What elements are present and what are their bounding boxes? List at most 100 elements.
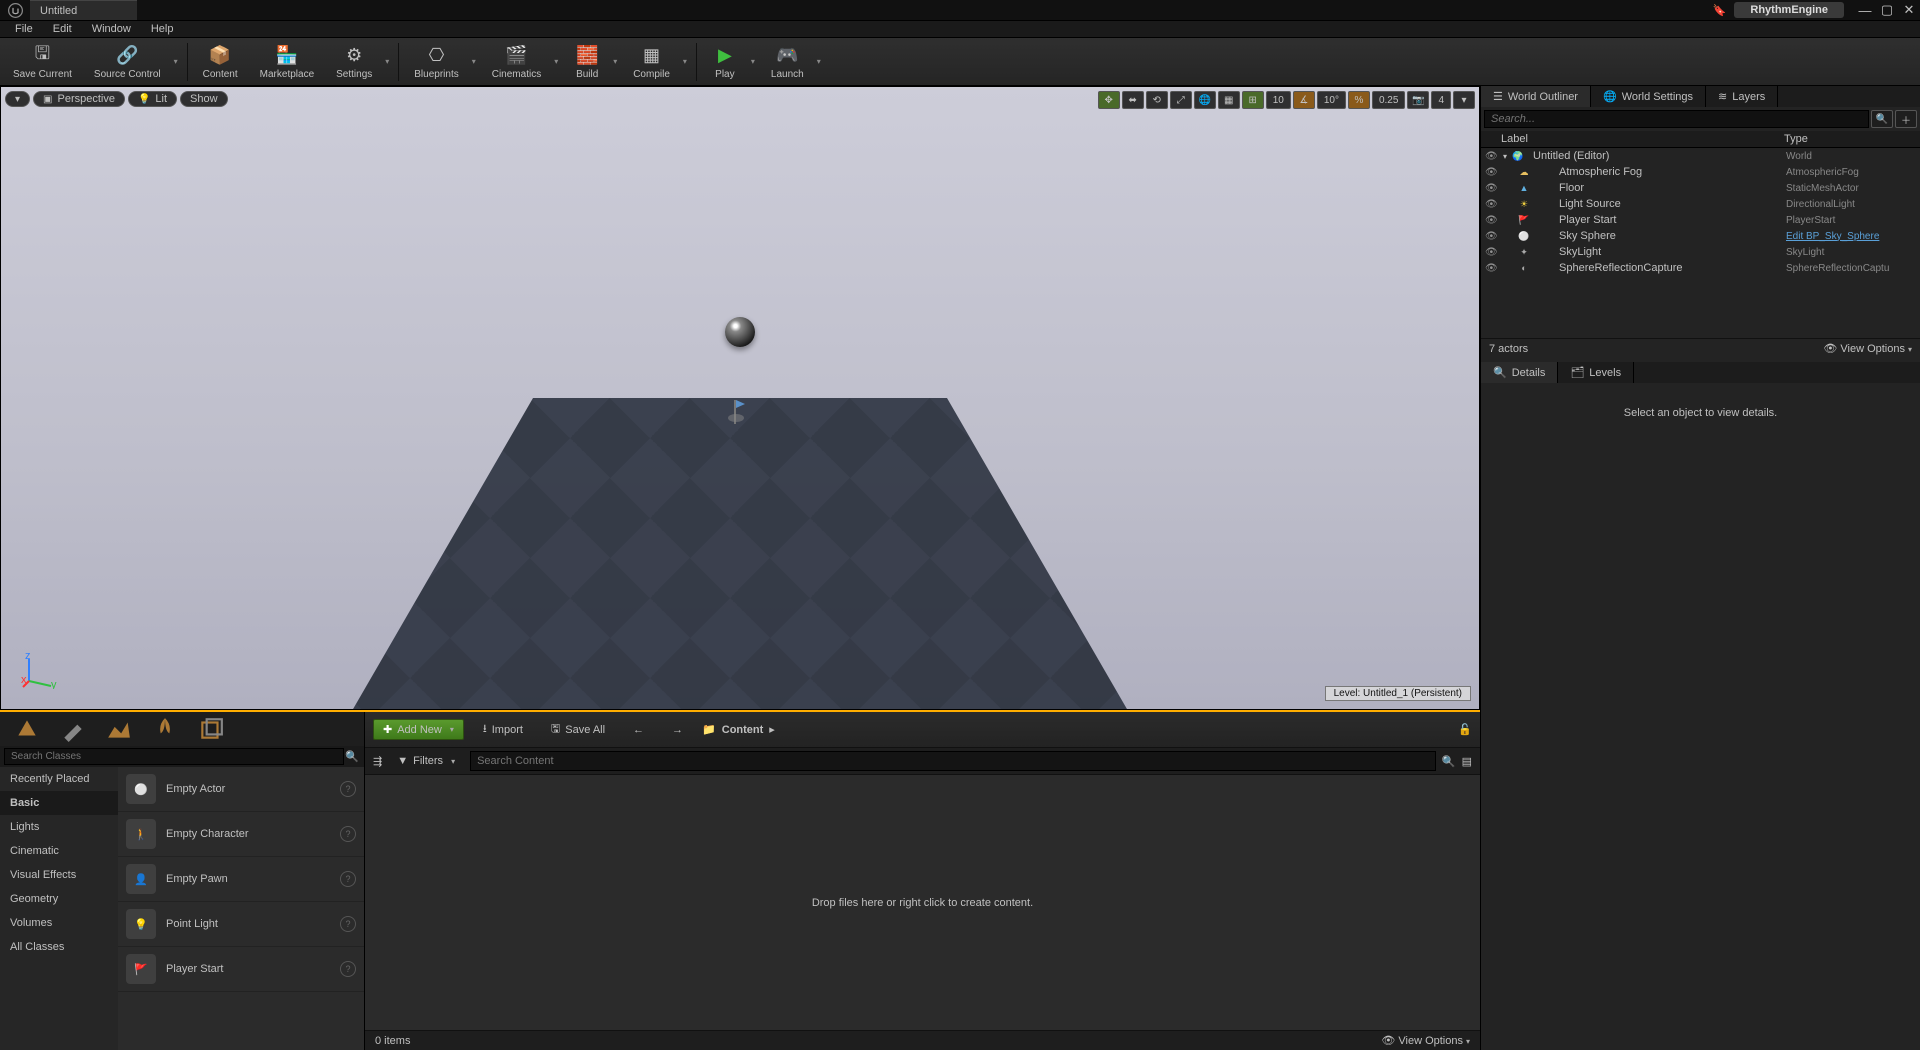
filters-button[interactable]: ▼ Filters	[388, 752, 464, 770]
menu-edit[interactable]: Edit	[44, 22, 81, 36]
menu-window[interactable]: Window	[83, 22, 140, 36]
outliner-row[interactable]: 👁▲FloorStaticMeshActor	[1481, 180, 1920, 196]
category-basic[interactable]: Basic	[0, 791, 118, 815]
scale-mode-button[interactable]: ⤢	[1170, 91, 1192, 109]
visibility-icon[interactable]: 👁	[1485, 215, 1499, 226]
save-current-button[interactable]: 🖫Save Current	[4, 41, 81, 83]
outliner-col-label[interactable]: Label	[1487, 133, 1784, 145]
lit-button[interactable]: 💡 Lit	[128, 91, 177, 107]
outliner-row[interactable]: 👁☀Light SourceDirectionalLight	[1481, 196, 1920, 212]
save-search-icon[interactable]: ▤	[1462, 755, 1472, 768]
dropdown-caret[interactable]: ▾	[610, 57, 620, 66]
translate-mode-button[interactable]: ⬌	[1122, 91, 1144, 109]
category-visual-effects[interactable]: Visual Effects	[0, 863, 118, 887]
lock-icon[interactable]: 🔓	[1458, 723, 1472, 736]
dropdown-caret[interactable]: ▾	[382, 57, 392, 66]
minimize-button[interactable]: —	[1854, 3, 1876, 18]
content-drop-area[interactable]: Drop files here or right click to create…	[365, 775, 1480, 1030]
scale-snap-button[interactable]: %	[1348, 91, 1370, 109]
paint-mode-icon[interactable]	[60, 716, 86, 742]
visibility-icon[interactable]: 👁	[1485, 199, 1499, 210]
expand-icon[interactable]: ▾	[1503, 152, 1507, 161]
grid-snap-button[interactable]: ⊞	[1242, 91, 1264, 109]
show-button[interactable]: Show	[180, 91, 228, 107]
angle-snap-value[interactable]: 10°	[1317, 91, 1346, 109]
tab-levels[interactable]: 🗂 Levels	[1558, 362, 1634, 383]
dropdown-caret[interactable]: ▾	[680, 57, 690, 66]
category-recently-placed[interactable]: Recently Placed	[0, 767, 118, 791]
outliner-row[interactable]: 👁◐SphereReflectionCaptureSphereReflectio…	[1481, 260, 1920, 276]
build-button[interactable]: 🧱Build	[565, 41, 609, 83]
search-icon[interactable]: 🔍	[344, 750, 360, 763]
visibility-icon[interactable]: 👁	[1485, 183, 1499, 194]
help-icon[interactable]: ?	[340, 781, 356, 797]
dropdown-caret[interactable]: ▾	[171, 57, 181, 66]
outliner-search-input[interactable]	[1484, 110, 1869, 128]
dropdown-caret[interactable]: ▾	[469, 57, 479, 66]
bookmark-icon[interactable]: 🔖	[1713, 4, 1727, 17]
visibility-icon[interactable]: 👁	[1485, 263, 1499, 274]
content-button[interactable]: 📦Content	[194, 41, 247, 83]
outliner-row[interactable]: 👁⚪Sky SphereEdit BP_Sky_Sphere	[1481, 228, 1920, 244]
viewport-layout-button[interactable]: ▾	[1453, 91, 1475, 109]
visibility-icon[interactable]: 👁	[1485, 247, 1499, 258]
help-icon[interactable]: ?	[340, 961, 356, 977]
save-all-button[interactable]: 🖫 Save All	[542, 717, 614, 742]
search-icon[interactable]: 🔍	[1442, 755, 1456, 768]
grid-snap-value[interactable]: 10	[1266, 91, 1291, 109]
viewport-canvas[interactable]: zyx Level: Untitled_1 (Persistent)	[1, 87, 1479, 709]
place-item[interactable]: 🚩Player Start?	[118, 947, 364, 992]
dropdown-caret[interactable]: ▾	[814, 57, 824, 66]
camera-speed-value[interactable]: 4	[1431, 91, 1451, 109]
add-new-button[interactable]: ✚ Add New	[373, 719, 464, 740]
outliner-root[interactable]: 👁▾🌍Untitled (Editor)World	[1481, 148, 1920, 164]
view-options-button[interactable]: 👁 View Options	[1381, 1034, 1470, 1047]
perspective-button[interactable]: ▣ Perspective	[33, 91, 125, 107]
history-fwd-button[interactable]: →	[663, 721, 692, 739]
place-mode-icon[interactable]	[14, 716, 40, 742]
category-cinematic[interactable]: Cinematic	[0, 839, 118, 863]
tab-details[interactable]: 🔍 Details	[1481, 362, 1558, 383]
settings-button[interactable]: ⚙Settings	[327, 41, 381, 83]
category-lights[interactable]: Lights	[0, 815, 118, 839]
visibility-icon[interactable]: 👁	[1485, 231, 1499, 242]
place-item[interactable]: ⚪Empty Actor?	[118, 767, 364, 812]
geometry-mode-icon[interactable]	[198, 716, 224, 742]
menu-file[interactable]: File	[6, 22, 42, 36]
sources-toggle-icon[interactable]: ⇶	[373, 755, 382, 768]
outliner-row[interactable]: 👁☁Atmospheric FogAtmosphericFog	[1481, 164, 1920, 180]
modes-search-input[interactable]	[4, 748, 344, 765]
place-item[interactable]: 💡Point Light?	[118, 902, 364, 947]
foliage-mode-icon[interactable]	[152, 716, 178, 742]
category-volumes[interactable]: Volumes	[0, 911, 118, 935]
help-icon[interactable]: ?	[340, 826, 356, 842]
visibility-icon[interactable]: 👁	[1485, 151, 1499, 162]
dropdown-caret[interactable]: ▾	[748, 57, 758, 66]
tab-world-outliner[interactable]: ☰ World Outliner	[1481, 86, 1591, 107]
place-item[interactable]: 👤Empty Pawn?	[118, 857, 364, 902]
tab-layers[interactable]: ≋ Layers	[1706, 86, 1778, 107]
tab-world-settings[interactable]: 🌐 World Settings	[1591, 86, 1706, 107]
help-icon[interactable]: ?	[340, 871, 356, 887]
viewport-menu-button[interactable]: ▾	[5, 91, 30, 107]
camera-speed-button[interactable]: 📷	[1407, 91, 1429, 109]
category-all-classes[interactable]: All Classes	[0, 935, 118, 959]
landscape-mode-icon[interactable]	[106, 716, 132, 742]
rotate-mode-button[interactable]: ⟲	[1146, 91, 1168, 109]
cinematics-button[interactable]: 🎬Cinematics	[483, 41, 550, 83]
menu-help[interactable]: Help	[142, 22, 183, 36]
content-search-input[interactable]	[470, 751, 1436, 771]
search-icon[interactable]: 🔍	[1871, 110, 1893, 128]
launch-button[interactable]: 🎮Launch	[762, 41, 813, 83]
source-control-button[interactable]: 🔗Source Control	[85, 41, 170, 83]
view-options-button[interactable]: 👁 View Options	[1823, 342, 1912, 355]
blueprints-button[interactable]: ⎔Blueprints	[405, 41, 467, 83]
outliner-row[interactable]: 👁✦SkyLightSkyLight	[1481, 244, 1920, 260]
document-tab[interactable]: Untitled	[30, 0, 137, 20]
add-folder-icon[interactable]: ＋	[1895, 110, 1917, 128]
maximize-button[interactable]: ▢	[1876, 2, 1898, 18]
surface-snap-button[interactable]: ▦	[1218, 91, 1240, 109]
project-name[interactable]: RhythmEngine	[1734, 2, 1844, 18]
import-button[interactable]: ⭳ Import	[474, 717, 532, 742]
place-item[interactable]: 🚶Empty Character?	[118, 812, 364, 857]
